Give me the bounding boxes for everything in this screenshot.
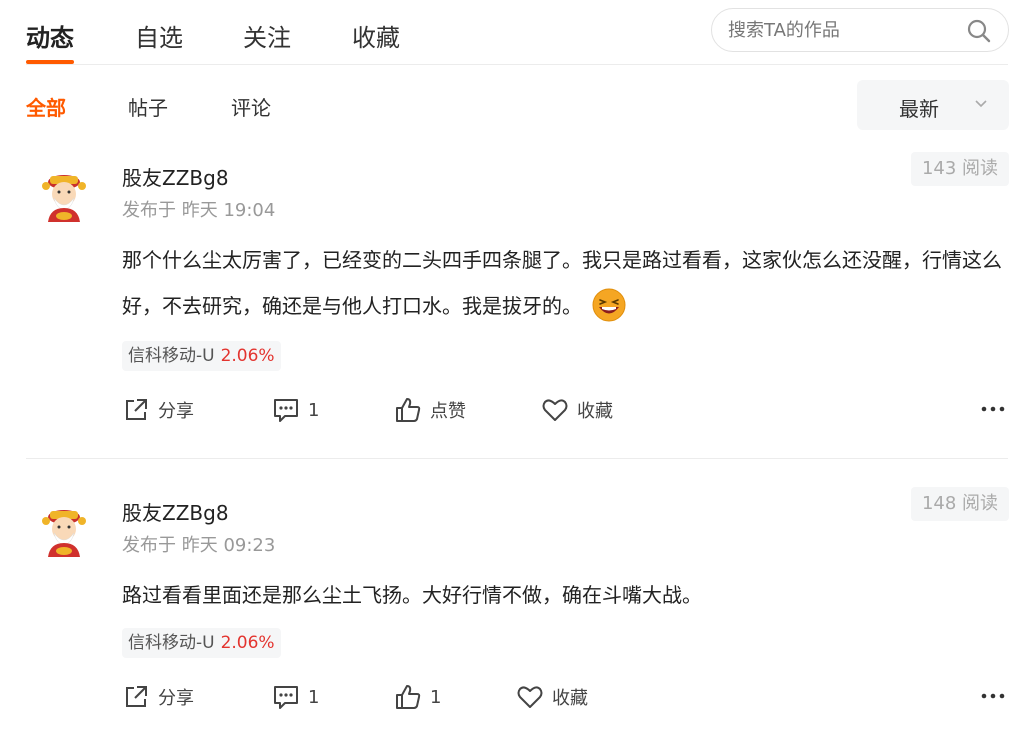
author-name[interactable]: 股友ZZBg8 xyxy=(122,162,229,191)
stock-name: 信科移动-U xyxy=(128,346,215,366)
filter-all[interactable]: 全部 xyxy=(26,92,66,121)
like-button[interactable]: 1 xyxy=(394,682,441,712)
filter-posts[interactable]: 帖子 xyxy=(128,92,168,121)
comment-count: 1 xyxy=(308,686,320,708)
post-time: 发布于 昨天 09:23 xyxy=(122,535,276,556)
sort-dropdown[interactable]: 最新 xyxy=(857,80,1009,130)
comment-icon xyxy=(274,686,298,709)
like-label: 点赞 xyxy=(430,401,466,422)
share-icon xyxy=(126,686,147,707)
stock-tag[interactable]: 信科移动-U 2.06% xyxy=(122,341,281,371)
favorite-button[interactable]: 收藏 xyxy=(516,682,588,712)
share-label: 分享 xyxy=(158,688,194,709)
post-text: 路过看看里面还是那么尘土飞扬。大好行情不做，确在斗嘴大战。 xyxy=(122,583,702,607)
more-options-icon[interactable] xyxy=(980,404,1006,414)
tab-dynamic[interactable]: 动态 xyxy=(26,18,74,53)
post-content[interactable]: 那个什么尘太厉害了，已经变的二头四手四条腿了。我只是路过看看，这家伙怎么还没醒，… xyxy=(122,237,1012,329)
stock-change: 2.06% xyxy=(220,633,275,653)
post-time: 发布于 昨天 19:04 xyxy=(122,200,276,221)
comment-button[interactable]: 1 xyxy=(272,682,319,712)
stock-tag[interactable]: 信科移动-U 2.06% xyxy=(122,628,281,658)
favorite-button[interactable]: 收藏 xyxy=(541,395,613,425)
read-count: 143 阅读 xyxy=(911,152,1009,186)
like-count: 1 xyxy=(430,686,442,708)
search-icon[interactable] xyxy=(966,18,992,44)
post-divider xyxy=(26,458,1008,459)
search-box xyxy=(711,8,1009,52)
comment-icon xyxy=(274,399,298,422)
comment-count: 1 xyxy=(308,399,320,421)
post-text: 那个什么尘太厉害了，已经变的二头四手四条腿了。我只是路过看看，这家伙怎么还没醒，… xyxy=(122,248,1002,318)
laughing-emoji-icon xyxy=(592,288,626,321)
favorite-label: 收藏 xyxy=(552,688,588,709)
like-button[interactable]: 点赞 xyxy=(394,395,466,425)
stock-name: 信科移动-U xyxy=(128,633,215,653)
share-button[interactable]: 分享 xyxy=(122,682,194,712)
comment-button[interactable]: 1 xyxy=(272,395,319,425)
favorite-label: 收藏 xyxy=(577,401,613,422)
tab-favorites[interactable]: 收藏 xyxy=(352,18,400,53)
thumbs-up-icon xyxy=(396,685,421,709)
avatar[interactable] xyxy=(36,168,92,224)
tab-selected[interactable]: 自选 xyxy=(135,18,183,53)
chevron-down-icon xyxy=(975,100,987,108)
post-content[interactable]: 路过看看里面还是那么尘土飞扬。大好行情不做，确在斗嘴大战。 xyxy=(122,572,1012,618)
read-count: 148 阅读 xyxy=(911,487,1009,521)
heart-icon xyxy=(517,686,543,708)
header-divider xyxy=(26,64,1008,65)
stock-change: 2.06% xyxy=(220,346,275,366)
more-options-icon[interactable] xyxy=(980,691,1006,701)
sort-label: 最新 xyxy=(899,97,939,121)
filter-comments[interactable]: 评论 xyxy=(231,92,271,121)
thumbs-up-icon xyxy=(396,398,421,422)
heart-icon xyxy=(542,399,568,421)
share-icon xyxy=(126,399,147,420)
search-input[interactable] xyxy=(728,9,958,51)
avatar[interactable] xyxy=(36,503,92,559)
author-name[interactable]: 股友ZZBg8 xyxy=(122,497,229,526)
share-button[interactable]: 分享 xyxy=(122,395,194,425)
tab-following[interactable]: 关注 xyxy=(243,18,291,53)
share-label: 分享 xyxy=(158,401,194,422)
